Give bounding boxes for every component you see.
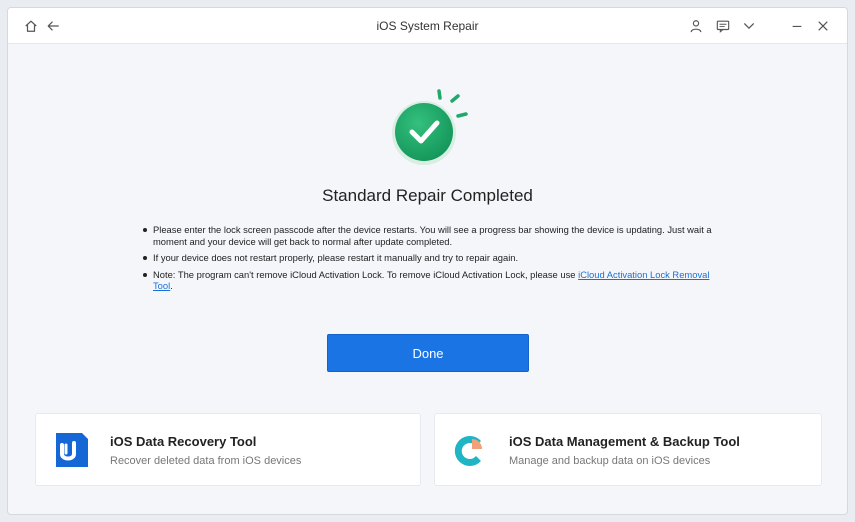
- list-item: If your device does not restart properly…: [142, 252, 712, 264]
- list-item: Note: The program can't remove iCloud Ac…: [142, 269, 712, 292]
- card-description: Manage and backup data on iOS devices: [509, 455, 711, 467]
- chevron-down-icon[interactable]: [740, 17, 758, 35]
- feedback-icon[interactable]: [714, 17, 732, 35]
- minimize-icon[interactable]: [788, 17, 806, 35]
- close-icon[interactable]: [814, 17, 832, 35]
- user-icon[interactable]: [687, 17, 705, 35]
- card-title: iOS Data Recovery Tool: [110, 434, 257, 449]
- title-bar: iOS System Repair: [8, 8, 847, 44]
- note-suffix: .: [170, 280, 173, 291]
- data-recovery-logo-icon: [52, 429, 92, 471]
- page-title: Standard Repair Completed: [322, 186, 533, 205]
- success-check-icon: [386, 82, 476, 172]
- note-text: Note: The program can't remove iCloud Ac…: [153, 268, 579, 280]
- ios-data-recovery-card[interactable]: iOS Data Recovery Tool Recover deleted d…: [35, 413, 421, 486]
- instruction-list: Please enter the lock screen passcode af…: [142, 224, 712, 297]
- app-window: iOS System Repair Standard Repair Comple…: [7, 7, 848, 515]
- card-title: iOS Data Management & Backup Tool: [509, 434, 740, 449]
- data-management-logo-icon: [451, 429, 491, 471]
- ios-data-management-card[interactable]: iOS Data Management & Backup Tool Manage…: [434, 413, 822, 486]
- list-item: Please enter the lock screen passcode af…: [142, 224, 712, 247]
- done-button[interactable]: Done: [327, 334, 529, 372]
- card-description: Recover deleted data from iOS devices: [110, 455, 302, 467]
